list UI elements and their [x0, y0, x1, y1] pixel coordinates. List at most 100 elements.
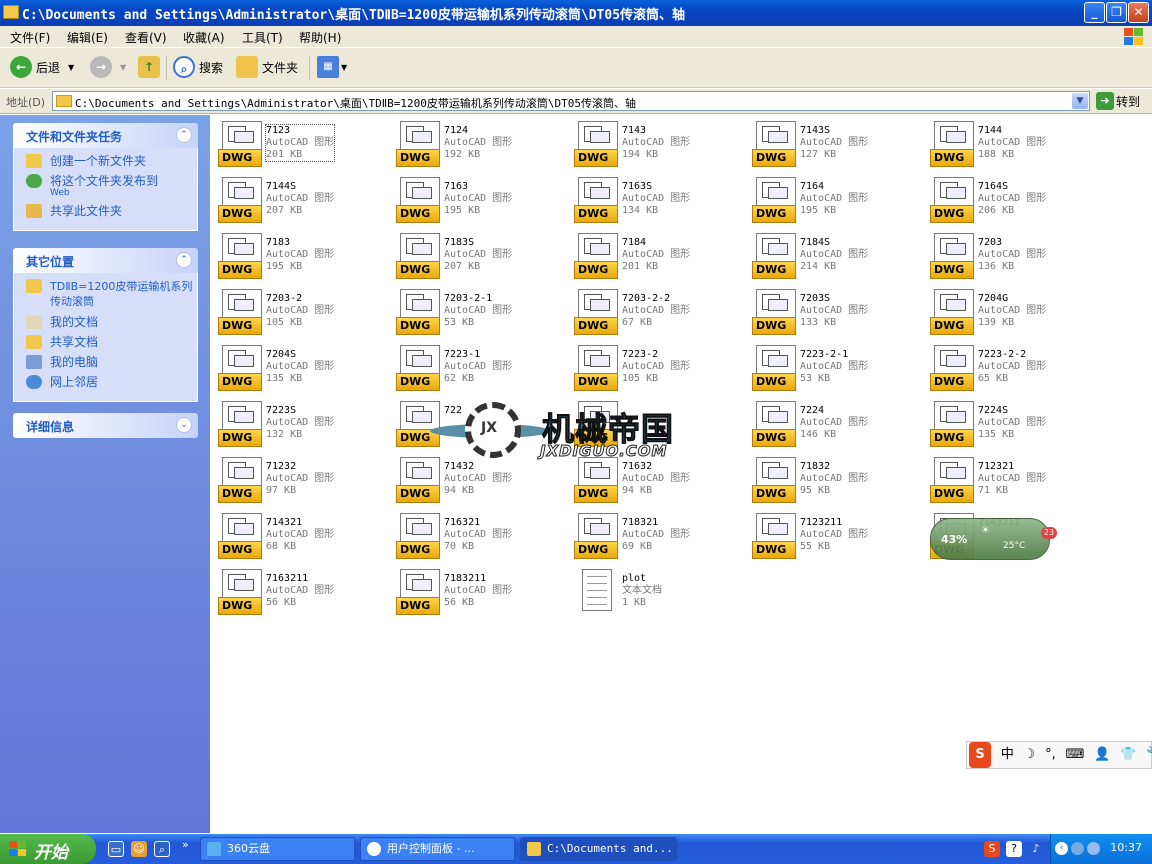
file-item[interactable]: DWG 7223-2-2 AutoCAD 图形 65 KB: [930, 343, 1100, 391]
file-item[interactable]: DWG 7143 AutoCAD 图形 194 KB: [574, 119, 744, 167]
chevron-down-icon[interactable]: ▼: [1072, 93, 1088, 109]
network-tray-icon[interactable]: [1071, 842, 1084, 855]
file-item[interactable]: DWG 7124 AutoCAD 图形 192 KB: [396, 119, 566, 167]
clock[interactable]: 10:37: [1110, 841, 1142, 854]
taskbar-item-control-panel[interactable]: 用户控制面板 - ...: [360, 837, 515, 861]
ime-punctuation-icon[interactable]: °,: [1045, 742, 1056, 768]
search-button[interactable]: ⌕ 搜索: [173, 56, 223, 80]
file-item[interactable]: DWG 7163211 AutoCAD 图形 56 KB: [218, 567, 388, 615]
place-my-documents[interactable]: 我的文档: [14, 315, 197, 329]
address-input[interactable]: C:\Documents and Settings\Administrator\…: [52, 91, 1090, 111]
task-publish-web[interactable]: 将这个文件夹发布到 Web: [14, 174, 197, 198]
folders-button[interactable]: 文件夹: [236, 56, 298, 80]
menu-favorites[interactable]: 收藏(A): [183, 29, 225, 46]
file-item[interactable]: DWG 7183211 AutoCAD 图形 56 KB: [396, 567, 566, 615]
file-item[interactable]: DWG 71832 AutoCAD 图形 95 KB: [752, 455, 922, 503]
panel-header[interactable]: 详细信息 ⌄: [13, 413, 198, 438]
file-item[interactable]: DWG 7163S AutoCAD 图形 134 KB: [574, 175, 744, 223]
expand-chevron-icon[interactable]: ⌄: [176, 417, 192, 433]
file-item[interactable]: DWG 718321 AutoCAD 图形 69 KB: [574, 511, 744, 559]
back-button[interactable]: ← 后退 ▼: [10, 56, 74, 80]
chevron-more-icon[interactable]: »: [182, 838, 189, 851]
file-item[interactable]: DWG 714321 AutoCAD 图形 68 KB: [218, 511, 388, 559]
file-item[interactable]: plot 文本文档 1 KB: [574, 567, 744, 615]
panel-header[interactable]: 文件和文件夹任务 ⌃: [13, 123, 198, 148]
forward-button[interactable]: → ▼: [90, 56, 126, 80]
file-item[interactable]: DWG 7224S AutoCAD 图形 135 KB: [930, 399, 1100, 447]
views-button[interactable]: ▦ ▼: [317, 56, 347, 80]
menu-help[interactable]: 帮助(H): [299, 29, 341, 46]
minimize-button[interactable]: _: [1084, 2, 1105, 23]
file-item[interactable]: DWG 7203-2 AutoCAD 图形 105 KB: [218, 287, 388, 335]
file-item[interactable]: DWG 7203-2-1 AutoCAD 图形 53 KB: [396, 287, 566, 335]
place-shared-documents[interactable]: 共享文档: [14, 335, 197, 349]
place-parent-folder[interactable]: TDⅡB=1200皮带运输机系列传动滚筒: [14, 279, 197, 309]
tray-expand-icon[interactable]: ‹: [1055, 842, 1068, 855]
file-item[interactable]: DWG 7203 AutoCAD 图形 136 KB: [930, 231, 1100, 279]
menu-file[interactable]: 文件(F): [10, 29, 50, 46]
ime-keyboard-icon[interactable]: ⌨: [1066, 742, 1085, 768]
file-item[interactable]: DWG 71232 AutoCAD 图形 97 KB: [218, 455, 388, 503]
maximize-button[interactable]: ❐: [1106, 2, 1127, 23]
file-item[interactable]: DWG 7144 AutoCAD 图形 188 KB: [930, 119, 1100, 167]
ime-toolbar[interactable]: S 中 ☽ °, ⌨ 👤 👕 🔧: [966, 741, 1152, 769]
file-item[interactable]: DWG 7163 AutoCAD 图形 195 KB: [396, 175, 566, 223]
task-new-folder[interactable]: 创建一个新文件夹: [14, 154, 197, 168]
folder-icon: [26, 279, 42, 293]
place-my-computer[interactable]: 我的电脑: [14, 355, 197, 369]
file-item[interactable]: DWG 7184S AutoCAD 图形 214 KB: [752, 231, 922, 279]
file-item[interactable]: DWG 7184 AutoCAD 图形 201 KB: [574, 231, 744, 279]
file-view[interactable]: DWG 7123 AutoCAD 图形 201 KB DWG 7124 AutoCAD 图形…: [210, 115, 1152, 833]
file-item[interactable]: DWG 7123211 AutoCAD 图形 55 KB: [752, 511, 922, 559]
ime-user-icon[interactable]: 👤: [1094, 742, 1110, 768]
help-icon[interactable]: ?: [1006, 841, 1022, 857]
sogou-tray-icon[interactable]: S: [984, 841, 1000, 857]
system-monitor-widget[interactable]: 43% ☀ 25°C 23: [930, 518, 1057, 560]
ime-halfwidth-icon[interactable]: ☽: [1024, 742, 1036, 768]
close-button[interactable]: ✕: [1128, 2, 1149, 23]
place-network[interactable]: 网上邻居: [14, 375, 197, 389]
file-item[interactable]: DWG 7223-2-1 AutoCAD 图形 53 KB: [752, 343, 922, 391]
file-item[interactable]: DWG 7183 AutoCAD 图形 195 KB: [218, 231, 388, 279]
file-item[interactable]: DWG 71432 AutoCAD 图形 94 KB: [396, 455, 566, 503]
start-button[interactable]: 开始: [0, 834, 96, 864]
file-item[interactable]: DWG 7223-2 AutoCAD 图形 105 KB: [574, 343, 744, 391]
file-item[interactable]: DWG 71632 AutoCAD 图形 94 KB: [574, 455, 744, 503]
file-item[interactable]: DWG 7203S AutoCAD 图形 133 KB: [752, 287, 922, 335]
file-item[interactable]: DWG 7204G AutoCAD 图形 139 KB: [930, 287, 1100, 335]
file-item[interactable]: DWG 7203-2-2 AutoCAD 图形 67 KB: [574, 287, 744, 335]
file-item[interactable]: DWG 7164S AutoCAD 图形 206 KB: [930, 175, 1100, 223]
show-desktop-icon[interactable]: ▭: [108, 841, 124, 857]
file-item[interactable]: DWG 7223S AutoCAD 图形 132 KB: [218, 399, 388, 447]
file-item[interactable]: DWG 7144S AutoCAD 图形 207 KB: [218, 175, 388, 223]
file-item[interactable]: DWG 7223-1 AutoCAD 图形 62 KB: [396, 343, 566, 391]
taskbar-item-cloud[interactable]: 360云盘: [200, 837, 355, 861]
file-item[interactable]: DWG 7123 AutoCAD 图形 201 KB: [218, 119, 388, 167]
panel-header[interactable]: 其它位置 ⌃: [13, 248, 198, 273]
collapse-chevron-icon[interactable]: ⌃: [176, 252, 192, 268]
ime-chinese-mode[interactable]: 中: [1001, 742, 1014, 768]
file-item[interactable]: DWG 7204S AutoCAD 图形 135 KB: [218, 343, 388, 391]
sogou-logo-icon[interactable]: S: [969, 742, 991, 768]
file-item[interactable]: DWG 716321 AutoCAD 图形 70 KB: [396, 511, 566, 559]
volume-icon[interactable]: ♪: [1028, 841, 1044, 857]
sound-tray-icon[interactable]: [1087, 842, 1100, 855]
file-item[interactable]: DWG 7164 AutoCAD 图形 195 KB: [752, 175, 922, 223]
file-item[interactable]: DWG 712321 AutoCAD 图形 71 KB: [930, 455, 1100, 503]
file-item[interactable]: DWG 7143S AutoCAD 图形 127 KB: [752, 119, 922, 167]
menu-view[interactable]: 查看(V): [125, 29, 167, 46]
taskbar-item-explorer[interactable]: C:\Documents and...: [520, 837, 677, 861]
task-share-folder[interactable]: 共享此文件夹: [14, 204, 197, 218]
collapse-chevron-icon[interactable]: ⌃: [176, 127, 192, 143]
file-item[interactable]: DWG 7183S AutoCAD 图形 207 KB: [396, 231, 566, 279]
ime-settings-icon[interactable]: 🔧: [1146, 742, 1152, 768]
go-button[interactable]: ➜ 转到: [1096, 92, 1140, 110]
quicklaunch-app-icon[interactable]: ☺: [131, 841, 147, 857]
file-item[interactable]: DWG 7224 AutoCAD 图形 146 KB: [752, 399, 922, 447]
chevron-down-icon[interactable]: ▼: [68, 63, 74, 72]
ime-skin-icon[interactable]: 👕: [1120, 742, 1136, 768]
menu-tools[interactable]: 工具(T): [242, 29, 283, 46]
search-icon[interactable]: ⌕: [154, 841, 170, 857]
up-folder-button[interactable]: ↑: [138, 56, 160, 80]
menu-edit[interactable]: 编辑(E): [67, 29, 108, 46]
